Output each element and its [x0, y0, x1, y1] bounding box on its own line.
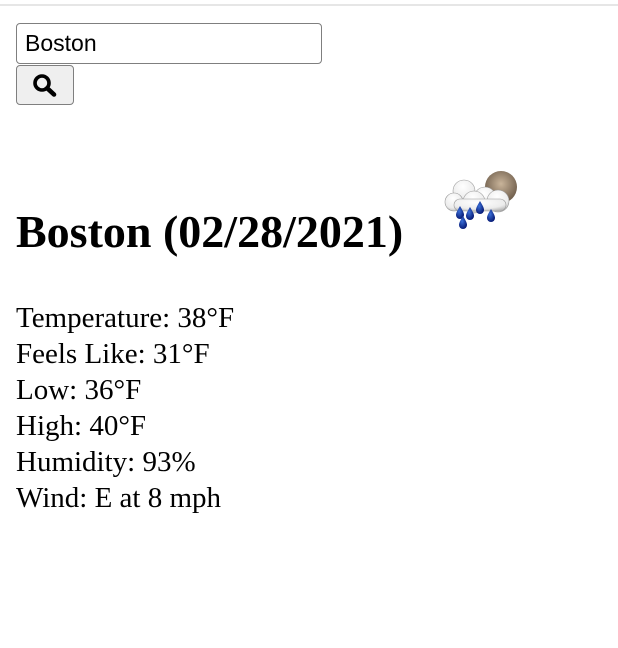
temperature-row: Temperature: 38°F [16, 300, 234, 336]
search-button[interactable] [16, 65, 74, 105]
city-title: Boston (02/28/2021) [16, 201, 403, 263]
temperature-label: Temperature: [16, 302, 171, 334]
humidity-value: 93% [142, 446, 196, 478]
top-divider [0, 4, 618, 6]
low-value: 36°F [84, 374, 142, 406]
low-label: Low: [16, 374, 78, 406]
search-input[interactable] [16, 23, 322, 64]
humidity-row: Humidity: 93% [16, 444, 234, 480]
rain-cloud-with-moon-icon [444, 171, 517, 229]
wind-value: E at 8 mph [94, 482, 222, 514]
high-value: 40°F [89, 410, 147, 442]
wind-row: Wind: E at 8 mph [16, 480, 234, 516]
feels-like-value: 31°F [152, 338, 210, 370]
city-name: Boston [16, 206, 152, 257]
forecast-date: (02/28/2021) [162, 206, 404, 257]
low-row: Low: 36°F [16, 372, 234, 408]
high-label: High: [16, 410, 83, 442]
wind-label: Wind: [16, 482, 88, 514]
search-icon [33, 74, 57, 97]
feels-like-row: Feels Like: 31°F [16, 336, 234, 372]
feels-like-label: Feels Like: [16, 338, 146, 370]
high-row: High: 40°F [16, 408, 234, 444]
temperature-value: 38°F [177, 302, 235, 334]
weather-details: Temperature: 38°F Feels Like: 31°F Low: … [16, 300, 234, 516]
humidity-label: Humidity: [16, 446, 136, 478]
